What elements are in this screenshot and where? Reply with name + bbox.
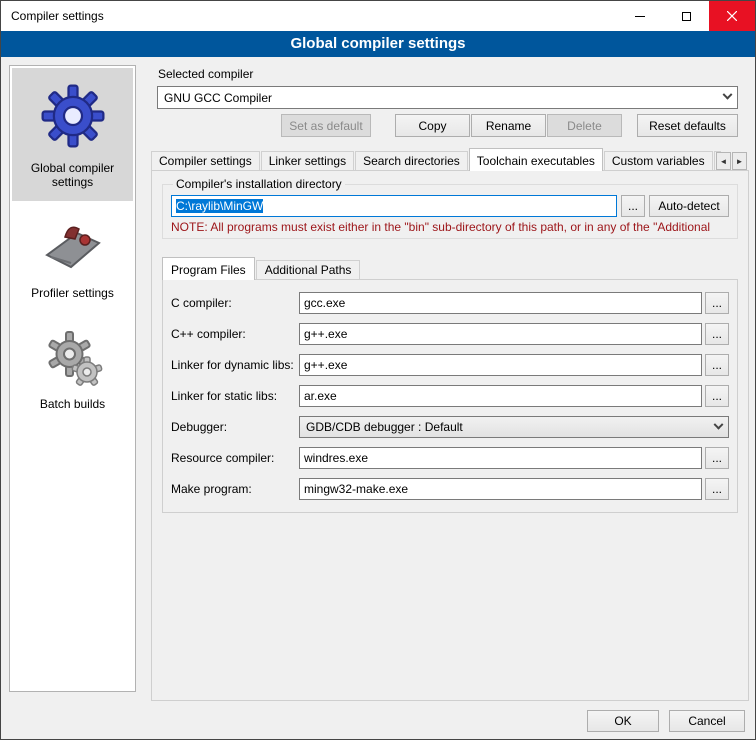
window-title: Compiler settings <box>1 9 104 23</box>
tab-toolchain-executables[interactable]: Toolchain executables <box>469 148 603 171</box>
settings-tabstrip: Compiler settings Linker settings Search… <box>151 148 721 171</box>
tab-search-directories[interactable]: Search directories <box>355 151 468 171</box>
cpp-compiler-input[interactable]: g++.exe <box>299 323 702 345</box>
settings-sidebar: Global compiler settings Profiler settin… <box>9 65 136 692</box>
dynamic-linker-label: Linker for dynamic libs: <box>171 358 299 372</box>
make-program-browse-button[interactable]: ... <box>705 478 729 500</box>
debugger-row: Debugger: GDB/CDB debugger : Default <box>171 416 729 438</box>
sidebar-item-batch-builds[interactable]: Batch builds <box>12 312 133 423</box>
selected-compiler-value: GNU GCC Compiler <box>164 91 718 105</box>
dynamic-linker-browse-button[interactable]: ... <box>705 354 729 376</box>
debugger-combobox[interactable]: GDB/CDB debugger : Default <box>299 416 729 438</box>
installation-directory-value: C:\raylib\MinGW <box>176 199 263 213</box>
compiler-button-row: Set as default Copy Rename Delete Reset … <box>157 114 738 137</box>
close-icon <box>727 11 737 21</box>
sidebar-item-label: Profiler settings <box>31 286 114 300</box>
resource-compiler-row: Resource compiler: windres.exe ... <box>171 447 729 469</box>
installation-directory-legend: Compiler's installation directory <box>173 177 345 191</box>
sidebar-item-global-compiler-settings[interactable]: Global compiler settings <box>12 68 133 201</box>
cpp-compiler-label: C++ compiler: <box>171 327 299 341</box>
toolchain-executables-page: Compiler's installation directory C:\ray… <box>151 170 749 701</box>
installation-directory-group: Compiler's installation directory C:\ray… <box>162 177 738 239</box>
make-program-row: Make program: mingw32-make.exe ... <box>171 478 729 500</box>
window-controls <box>617 1 755 31</box>
close-button[interactable] <box>709 1 755 31</box>
copy-button[interactable]: Copy <box>395 114 470 137</box>
gray-gears-icon <box>41 324 105 388</box>
resource-compiler-label: Resource compiler: <box>171 451 299 465</box>
cancel-button[interactable]: Cancel <box>669 710 745 732</box>
debugger-label: Debugger: <box>171 420 299 434</box>
tab-scroll-right-button[interactable]: ► <box>732 152 747 170</box>
static-linker-browse-button[interactable]: ... <box>705 385 729 407</box>
program-files-tabstrip: Program Files Additional Paths <box>162 257 361 280</box>
cpp-compiler-browse-button[interactable]: ... <box>705 323 729 345</box>
auto-detect-button[interactable]: Auto-detect <box>649 195 729 217</box>
profiler-tool-icon <box>41 213 105 277</box>
chevron-down-icon <box>714 419 724 429</box>
blue-gear-icon <box>37 80 109 152</box>
static-linker-row: Linker for static libs: ar.exe ... <box>171 385 729 407</box>
debugger-value: GDB/CDB debugger : Default <box>306 420 709 434</box>
tab-custom-variables[interactable]: Custom variables <box>604 151 713 171</box>
tab-linker-settings[interactable]: Linker settings <box>261 151 354 171</box>
arrow-left-icon: ◄ <box>720 157 728 166</box>
titlebar: Compiler settings <box>1 1 755 31</box>
resource-compiler-browse-button[interactable]: ... <box>705 447 729 469</box>
tab-scroll-buttons: ◄ ► <box>715 152 747 170</box>
set-as-default-button[interactable]: Set as default <box>281 114 371 137</box>
selected-compiler-combobox[interactable]: GNU GCC Compiler <box>157 86 738 109</box>
c-compiler-label: C compiler: <box>171 296 299 310</box>
static-linker-label: Linker for static libs: <box>171 389 299 403</box>
sidebar-item-label: Batch builds <box>40 397 105 411</box>
dialog-header: Global compiler settings <box>1 31 755 57</box>
installation-directory-row: C:\raylib\MinGW ... Auto-detect <box>171 195 729 217</box>
sidebar-item-label: Global compiler settings <box>15 161 130 189</box>
ok-button[interactable]: OK <box>587 710 659 732</box>
cpp-compiler-row: C++ compiler: g++.exe ... <box>171 323 729 345</box>
installation-directory-input[interactable]: C:\raylib\MinGW <box>171 195 617 217</box>
rename-button[interactable]: Rename <box>471 114 546 137</box>
make-program-label: Make program: <box>171 482 299 496</box>
minimize-icon <box>635 16 645 17</box>
tab-compiler-settings[interactable]: Compiler settings <box>151 151 260 171</box>
installation-directory-browse-button[interactable]: ... <box>621 195 645 217</box>
static-linker-input[interactable]: ar.exe <box>299 385 702 407</box>
minimize-button[interactable] <box>617 1 663 31</box>
maximize-button[interactable] <box>663 1 709 31</box>
compiler-settings-window: Compiler settings Global compiler settin… <box>0 0 756 740</box>
resource-compiler-input[interactable]: windres.exe <box>299 447 702 469</box>
c-compiler-row: C compiler: gcc.exe ... <box>171 292 729 314</box>
tab-additional-paths[interactable]: Additional Paths <box>256 260 361 280</box>
tab-scroll-left-button[interactable]: ◄ <box>716 152 731 170</box>
c-compiler-input[interactable]: gcc.exe <box>299 292 702 314</box>
bin-subdirectory-note: NOTE: All programs must exist either in … <box>171 220 729 234</box>
selected-compiler-label: Selected compiler <box>158 67 253 81</box>
reset-defaults-button[interactable]: Reset defaults <box>637 114 738 137</box>
arrow-right-icon: ► <box>736 157 744 166</box>
make-program-input[interactable]: mingw32-make.exe <box>299 478 702 500</box>
dynamic-linker-input[interactable]: g++.exe <box>299 354 702 376</box>
maximize-icon <box>682 12 691 21</box>
c-compiler-browse-button[interactable]: ... <box>705 292 729 314</box>
dynamic-linker-row: Linker for dynamic libs: g++.exe ... <box>171 354 729 376</box>
delete-button[interactable]: Delete <box>547 114 622 137</box>
program-files-page: C compiler: gcc.exe ... C++ compiler: g+… <box>162 279 738 513</box>
chevron-down-icon <box>723 90 733 100</box>
tab-program-files[interactable]: Program Files <box>162 257 255 280</box>
sidebar-item-profiler-settings[interactable]: Profiler settings <box>12 201 133 312</box>
